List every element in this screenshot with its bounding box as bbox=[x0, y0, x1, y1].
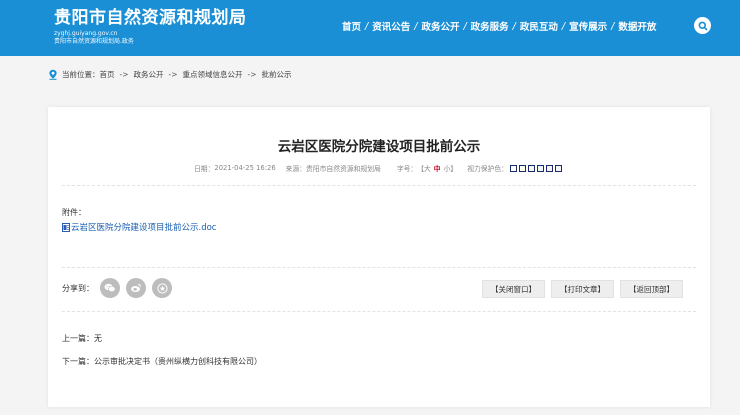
site-header: 贵阳市自然资源和规划局 zyghj.guiyang.gov.cn 贵阳市自然资源… bbox=[0, 0, 740, 56]
article-meta: 日期： 2021-04-25 16:26 来源： 贵阳市自然资源和规划局 字号：… bbox=[48, 163, 710, 173]
color-swatch[interactable] bbox=[554, 164, 562, 172]
attachment-link[interactable]: 云岩区医院分院建设项目批前公示.doc bbox=[62, 221, 216, 233]
search-button[interactable] bbox=[694, 17, 711, 34]
site-logo[interactable]: 贵阳市自然资源和规划局 zyghj.guiyang.gov.cn 贵阳市自然资源… bbox=[54, 8, 247, 46]
font-size-medium[interactable]: 中 bbox=[434, 163, 441, 173]
nav-separator: / bbox=[463, 20, 467, 32]
search-icon bbox=[698, 21, 707, 30]
divider bbox=[62, 311, 696, 312]
attachment-filename: 云岩区医院分院建设项目批前公示.doc bbox=[71, 223, 217, 233]
article-title: 云岩区医院分院建设项目批前公示 bbox=[277, 139, 481, 155]
site-domain: zyghj.guiyang.gov.cn bbox=[54, 30, 118, 37]
nav-separator: / bbox=[365, 20, 369, 32]
color-swatch[interactable] bbox=[527, 164, 535, 172]
date-label: 日期： bbox=[194, 165, 215, 173]
print-article-button[interactable]: 【打印文章】 bbox=[551, 280, 614, 298]
source-label: 来源： bbox=[285, 165, 307, 173]
main-nav: 首页 / 资讯公告 / 政务公开 / 政务服务 / 政民互动 / 宣传展示 / … bbox=[342, 19, 656, 34]
prev-label: 上一篇： bbox=[62, 334, 94, 343]
divider bbox=[62, 267, 696, 268]
font-size-small[interactable]: 小 bbox=[444, 163, 451, 173]
next-article: 下一篇：公示审批决定书（贵州纵横力创科技有限公司） bbox=[62, 356, 262, 367]
favorite-icon bbox=[156, 282, 168, 294]
breadcrumb-separator: -> bbox=[247, 70, 257, 79]
eye-protect-label: 视力保护色： bbox=[467, 165, 508, 173]
word-doc-icon bbox=[62, 222, 70, 232]
breadcrumb-separator: -> bbox=[119, 70, 129, 79]
breadcrumb-current[interactable]: 批前公示 bbox=[262, 69, 292, 80]
font-size-bracket-open: 【 bbox=[417, 165, 424, 173]
share-label: 分享到： bbox=[62, 283, 94, 293]
color-swatch[interactable] bbox=[518, 164, 526, 172]
nav-item-news[interactable]: 资讯公告 bbox=[372, 19, 410, 33]
article-source: 贵阳市自然资源和规划局 bbox=[306, 165, 381, 173]
nav-item-open-data[interactable]: 数据开放 bbox=[618, 19, 656, 33]
nav-item-interaction[interactable]: 政民互动 bbox=[520, 19, 558, 33]
wechat-icon bbox=[104, 283, 116, 293]
weibo-icon bbox=[131, 283, 142, 292]
breadcrumb-gov-open[interactable]: 政务公开 bbox=[134, 69, 164, 80]
share-wechat-button[interactable] bbox=[100, 278, 120, 298]
location-pin-icon bbox=[49, 69, 57, 80]
nav-separator: / bbox=[611, 20, 615, 32]
prev-value: 无 bbox=[94, 334, 102, 343]
font-size-label: 字号： bbox=[396, 165, 418, 173]
site-title: 贵阳市自然资源和规划局 bbox=[54, 8, 247, 28]
share-weibo-button[interactable] bbox=[126, 278, 146, 298]
nav-separator: / bbox=[512, 20, 516, 32]
close-window-button[interactable]: 【关闭窗口】 bbox=[482, 280, 545, 298]
nav-item-gov-open[interactable]: 政务公开 bbox=[421, 19, 459, 33]
share-bar: 分享到： bbox=[62, 278, 178, 298]
nav-item-home[interactable]: 首页 bbox=[342, 19, 361, 33]
font-size-bracket-close: 】 bbox=[450, 165, 458, 173]
share-favorite-button[interactable] bbox=[152, 278, 172, 298]
attachment-label: 附件： bbox=[62, 208, 86, 217]
color-swatch[interactable] bbox=[545, 164, 553, 172]
eye-protect-swatches bbox=[509, 164, 564, 172]
nav-item-gov-service[interactable]: 政务服务 bbox=[471, 19, 509, 33]
color-swatch[interactable] bbox=[536, 164, 544, 172]
color-swatch[interactable] bbox=[509, 164, 517, 172]
nav-separator: / bbox=[561, 20, 566, 32]
nav-separator: / bbox=[414, 20, 418, 32]
breadcrumb: 当前位置： 首页 -> 政务公开 -> 重点领域信息公开 -> 批前公示 bbox=[48, 69, 292, 80]
breadcrumb-separator: -> bbox=[168, 70, 178, 79]
article-card: 云岩区医院分院建设项目批前公示 日期： 2021-04-25 16:26 来源：… bbox=[48, 107, 710, 407]
article-date: 2021-04-25 16:26 bbox=[214, 164, 276, 172]
breadcrumb-prefix: 当前位置： bbox=[62, 70, 100, 79]
nav-item-showcase[interactable]: 宣传展示 bbox=[569, 19, 607, 33]
breadcrumb-key-areas[interactable]: 重点领域信息公开 bbox=[183, 69, 243, 80]
divider bbox=[62, 185, 696, 186]
prev-article: 上一篇：无 bbox=[62, 333, 102, 344]
breadcrumb-home[interactable]: 首页 bbox=[100, 69, 115, 80]
site-subtitle: 贵阳市自然资源和规划局.政务 bbox=[54, 38, 134, 45]
next-label: 下一篇： bbox=[62, 357, 94, 366]
back-to-top-button[interactable]: 【返回顶部】 bbox=[620, 280, 683, 298]
font-size-large[interactable]: 大 bbox=[424, 163, 431, 173]
next-article-link[interactable]: 公示审批决定书（贵州纵横力创科技有限公司） bbox=[94, 357, 262, 366]
